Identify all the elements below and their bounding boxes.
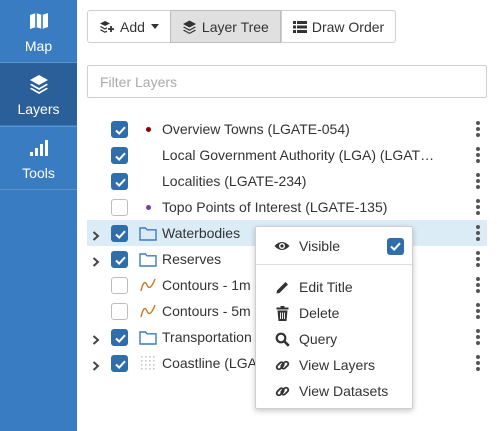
- kebab-menu-icon[interactable]: [476, 303, 480, 319]
- point-symbol-icon: [139, 199, 157, 215]
- layer-visibility-checkbox[interactable]: [111, 199, 128, 216]
- menu-delete-label: Delete: [299, 305, 340, 321]
- trash-icon: [274, 305, 290, 321]
- layers-icon: [0, 73, 77, 95]
- layer-visibility-checkbox[interactable]: [111, 225, 128, 242]
- layer-label: Coastline (LGA: [162, 355, 257, 371]
- menu-item-view-datasets[interactable]: View Datasets: [256, 378, 414, 404]
- layer-label: Contours - 5m: [162, 303, 251, 319]
- nav-layers-label: Layers: [17, 101, 60, 117]
- menu-query-label: Query: [299, 331, 338, 347]
- visible-checkbox[interactable]: [387, 238, 404, 255]
- kebab-menu-icon[interactable]: [476, 147, 480, 163]
- chevron-down-icon: [150, 24, 159, 29]
- kebab-menu-icon[interactable]: [476, 329, 480, 345]
- layer-visibility-checkbox[interactable]: [111, 303, 128, 320]
- layer-visibility-checkbox[interactable]: [111, 173, 128, 190]
- link-icon: [274, 357, 290, 373]
- point-symbol-icon: [139, 121, 157, 137]
- menu-visible-label: Visible: [299, 238, 340, 254]
- map-icon: [0, 10, 77, 32]
- layer-tree-label: Layer Tree: [201, 18, 269, 35]
- menu-view-datasets-label: View Datasets: [299, 383, 389, 399]
- layer-label: Overview Towns (LGATE-054): [162, 121, 350, 137]
- layer-visibility-checkbox[interactable]: [111, 251, 128, 268]
- nav-tools[interactable]: Tools: [0, 127, 77, 189]
- kebab-menu-icon[interactable]: [476, 199, 480, 215]
- add-layers-icon: [100, 20, 114, 33]
- layer-label: Reserves: [162, 251, 222, 267]
- layer-visibility-checkbox[interactable]: [111, 277, 128, 294]
- nav-map[interactable]: Map: [0, 0, 77, 62]
- menu-item-delete[interactable]: Delete: [256, 300, 414, 326]
- nav-divider: [0, 189, 77, 190]
- menu-item-visible[interactable]: Visible: [256, 233, 414, 259]
- chevron-right-icon[interactable]: [92, 332, 100, 350]
- menu-divider: [256, 264, 414, 265]
- kebab-menu-icon[interactable]: [476, 173, 480, 189]
- layer-tree-tab[interactable]: Layer Tree: [169, 10, 281, 43]
- kebab-menu-icon[interactable]: [476, 225, 480, 241]
- draw-order-label: Draw Order: [311, 18, 385, 35]
- kebab-menu-icon[interactable]: [476, 251, 480, 267]
- checkmark-icon: [390, 242, 401, 252]
- menu-item-edit-title[interactable]: Edit Title: [256, 274, 414, 300]
- link-icon: [274, 383, 290, 399]
- chevron-right-icon[interactable]: [92, 228, 100, 246]
- layer-label: Local Government Authority (LGA) (LGAT…: [162, 147, 435, 163]
- nav-map-label: Map: [24, 38, 53, 54]
- search-icon: [274, 331, 290, 347]
- layer-label: Topo Points of Interest (LGATE-135): [162, 199, 388, 215]
- layer-row[interactable]: Local Government Authority (LGA) (LGAT…: [87, 142, 487, 168]
- chevron-right-icon[interactable]: [92, 358, 100, 376]
- line-symbol-icon: [139, 303, 157, 319]
- kebab-menu-icon[interactable]: [476, 121, 480, 137]
- add-button-label: Add: [120, 18, 145, 35]
- layer-row[interactable]: Overview Towns (LGATE-054): [87, 116, 487, 142]
- folder-icon: [139, 329, 157, 345]
- layer-label: Contours - 1m: [162, 277, 251, 293]
- layer-label: Waterbodies: [162, 225, 241, 241]
- signal-bars-icon: [0, 137, 77, 159]
- layer-visibility-checkbox[interactable]: [111, 355, 128, 372]
- layer-toolbar: Add Layer Tree Draw Order: [87, 10, 397, 43]
- nav-layers[interactable]: Layers: [0, 63, 77, 125]
- folder-icon: [139, 251, 157, 267]
- menu-item-view-layers[interactable]: View Layers: [256, 352, 414, 378]
- nav-tools-label: Tools: [22, 165, 55, 181]
- list-icon: [292, 20, 307, 33]
- layers-icon: [182, 20, 196, 34]
- chevron-right-icon[interactable]: [92, 254, 100, 272]
- kebab-menu-icon[interactable]: [476, 355, 480, 371]
- no-symbol: [139, 173, 157, 189]
- layer-row[interactable]: Topo Points of Interest (LGATE-135): [87, 194, 487, 220]
- pencil-icon: [274, 279, 290, 295]
- menu-view-layers-label: View Layers: [299, 357, 376, 373]
- side-nav: Map Layers Tools: [0, 0, 77, 431]
- menu-edit-title-label: Edit Title: [299, 279, 353, 295]
- dotted-grid-icon: [139, 355, 157, 371]
- layer-visibility-checkbox[interactable]: [111, 121, 128, 138]
- draw-order-tab[interactable]: Draw Order: [280, 10, 397, 43]
- layer-label: Localities (LGATE-234): [162, 173, 307, 189]
- layer-label: Transportation: [162, 329, 252, 345]
- kebab-menu-icon[interactable]: [476, 277, 480, 293]
- layer-visibility-checkbox[interactable]: [111, 329, 128, 346]
- add-dropdown-button[interactable]: Add: [87, 10, 171, 43]
- filter-layers-input[interactable]: [87, 65, 487, 98]
- layer-visibility-checkbox[interactable]: [111, 147, 128, 164]
- menu-item-query[interactable]: Query: [256, 326, 414, 352]
- eye-icon: [274, 238, 290, 254]
- line-symbol-icon: [139, 277, 157, 293]
- no-symbol: [139, 147, 157, 163]
- layer-row[interactable]: Localities (LGATE-234): [87, 168, 487, 194]
- folder-icon: [139, 225, 157, 241]
- layer-context-menu: Visible Edit Title Delete Query View Lay…: [255, 226, 414, 409]
